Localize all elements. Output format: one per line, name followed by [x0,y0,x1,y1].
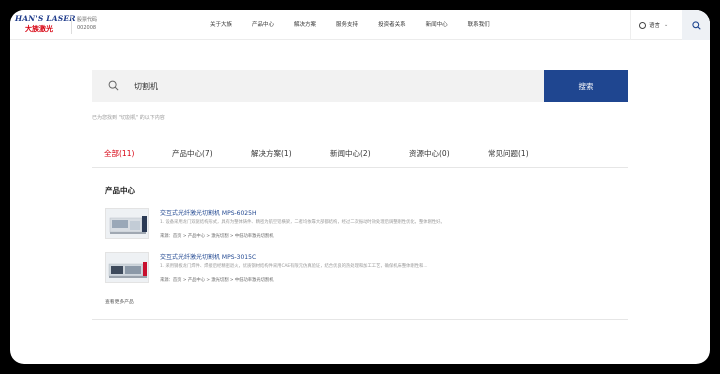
tab-solutions[interactable]: 解决方案(1) [251,148,292,159]
view-more-products-link[interactable]: 查看更多产品 [105,298,134,305]
tab-all[interactable]: 全部(11) [104,148,134,159]
tab-faq[interactable]: 常见问题(1) [488,148,529,159]
nav-item-contact[interactable]: 联系我们 [468,10,490,40]
tab-news[interactable]: 新闻中心(2) [330,148,371,159]
nav-item-service[interactable]: 服务支持 [336,10,358,40]
nav-item-news[interactable]: 新闻中心 [426,10,448,40]
product-description: 1. 采用钢板龙门焊件、焊接后经精密退火，优质钢材结构件采用CAE有限元仿真验证… [160,264,428,269]
search-input[interactable] [134,70,534,102]
search-box [92,70,544,102]
chevron-down-icon: ⌄ [664,22,669,28]
stock-code: 002008 [77,25,97,31]
nav-item-investors[interactable]: 投资者关系 [378,10,406,40]
section-title: 产品中心 [105,186,135,195]
logo-text-cn: 大族激光 [25,25,53,33]
logo-text-en: HAN'S LASER [15,14,76,23]
result-hint: 已为您找到 "切割机" 的以下内容 [92,115,165,121]
product-item: 交互式光纤激光切割机 MPS-3015C 1. 采用钢板龙门焊件、焊接后经精密退… [105,252,625,286]
stock-label: 股票代码 [77,17,98,23]
search-icon [108,80,119,91]
product-thumbnail[interactable] [105,208,149,239]
tab-resources[interactable]: 资源中心(0) [409,148,450,159]
header-search-button[interactable] [682,10,710,40]
tab-products[interactable]: 产品中心(7) [172,148,213,159]
divider [92,319,628,320]
product-title-link[interactable]: 交互式光纤激光切割机 MPS-6025H [160,208,256,217]
nav-item-products[interactable]: 产品中心 [252,10,274,40]
result-tabs: 全部(11) 产品中心(7) 解决方案(1) 新闻中心(2) 资源中心(0) 常… [92,142,628,168]
product-breadcrumb: 来源：首页 > 产品中心 > 激光切割 > 中低功率激光切割机 [160,278,274,283]
language-selector[interactable]: 语言 ⌄ [630,10,682,40]
product-breadcrumb: 来源：首页 > 产品中心 > 激光切割 > 中低功率激光切割机 [160,234,274,239]
nav-item-solutions[interactable]: 解决方案 [294,10,316,40]
page-frame: HAN'S LASER 大族激光 股票代码 002008 关于大族 产品中心 解… [10,10,710,364]
search-icon [691,20,701,30]
product-thumbnail[interactable] [105,252,149,283]
company-logo[interactable]: HAN'S LASER 大族激光 [15,14,76,36]
globe-icon [639,21,646,29]
search-button[interactable]: 搜索 [544,70,628,102]
nav-item-about[interactable]: 关于大族 [210,10,232,40]
main-nav: 关于大族 产品中心 解决方案 服务支持 投资者关系 新闻中心 联系我们 [210,10,490,40]
language-label: 语言 [649,23,661,29]
product-item: 交互式光纤激光切割机 MPS-6025H 1. 设备采用龙门双驱结构形式，具有为… [105,208,625,242]
site-header: HAN'S LASER 大族激光 股票代码 002008 关于大族 产品中心 解… [10,10,710,40]
stock-info: 股票代码 002008 [71,16,97,34]
product-description: 1. 设备采用龙门双驱结构形式，具有为整体铸件、精密为航空铝横梁，二者均依靠大部… [160,220,445,225]
product-title-link[interactable]: 交互式光纤激光切割机 MPS-3015C [160,252,256,261]
